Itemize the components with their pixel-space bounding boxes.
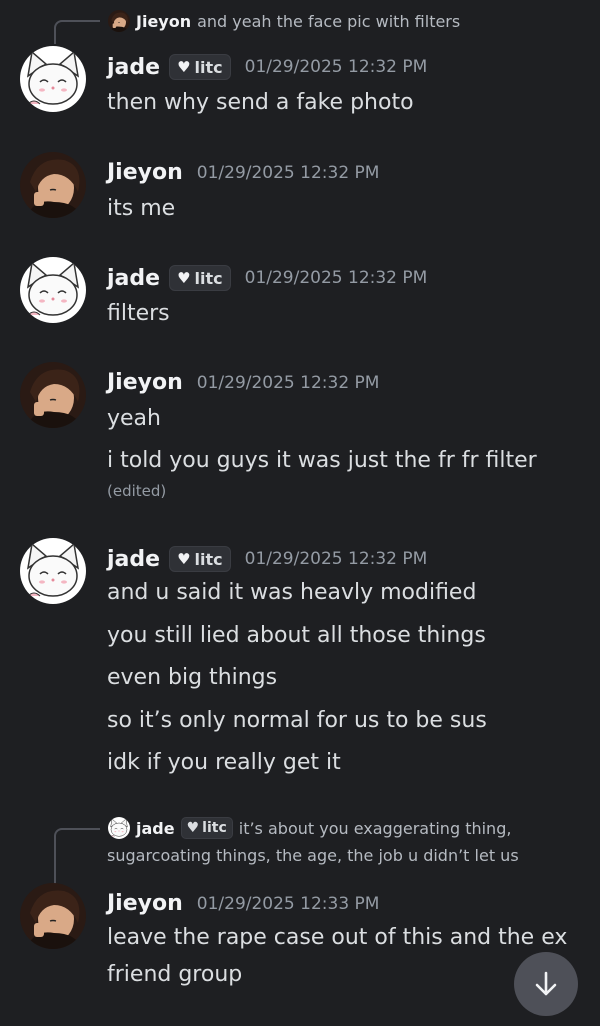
reply-text: it’s about you exaggerating thing, xyxy=(238,818,512,838)
author-name[interactable]: Jieyon xyxy=(107,370,183,395)
heart-icon: ♥ xyxy=(186,820,200,836)
timestamp: 01/29/2025 12:32 PM xyxy=(244,549,428,569)
avatar xyxy=(108,10,130,32)
reply-connector xyxy=(54,20,100,44)
clan-tag[interactable]: ♥ litc xyxy=(169,546,231,572)
avatar[interactable] xyxy=(20,46,86,112)
reply-preview[interactable]: Jieyon and yeah the face pic with filter… xyxy=(108,10,460,32)
message-text: yeah xyxy=(107,406,161,431)
heart-icon: ♥ xyxy=(177,269,191,287)
timestamp: 01/29/2025 12:32 PM xyxy=(196,162,380,183)
avatar[interactable] xyxy=(20,152,86,218)
timestamp: 01/29/2025 12:32 PM xyxy=(244,268,428,288)
reply-text: and yeah the face pic with filters xyxy=(197,11,461,31)
timestamp: 01/29/2025 12:32 PM xyxy=(244,57,428,77)
heart-icon: ♥ xyxy=(177,550,191,568)
author-name[interactable]: jade xyxy=(107,266,160,291)
clan-tag: ♥ litc xyxy=(180,817,233,839)
message-text: so it’s only normal for us to be sus xyxy=(107,708,487,733)
clan-tag[interactable]: ♥ litc xyxy=(169,265,231,291)
reply-preview[interactable]: jade ♥ litc it’s about you exaggerating t… xyxy=(108,817,511,839)
reply-author[interactable]: jade xyxy=(136,819,175,838)
message-text: leave the rape case out of this and the … xyxy=(107,925,568,950)
reply-connector xyxy=(54,828,100,884)
message-text: you still lied about all those things xyxy=(107,623,486,648)
reply-text-continued: sugarcoating things, the age, the job u … xyxy=(107,846,519,865)
message-text: filters xyxy=(107,301,170,326)
author-name[interactable]: jade xyxy=(107,55,160,80)
message-text: i told you guys it was just the fr fr fi… xyxy=(107,448,537,473)
author-name[interactable]: Jieyon xyxy=(107,891,183,916)
avatar[interactable] xyxy=(20,538,86,604)
message-text: idk if you really get it xyxy=(107,750,341,775)
message-text: its me xyxy=(107,196,176,221)
clan-tag[interactable]: ♥ litc xyxy=(169,54,231,80)
message-text: even big things xyxy=(107,665,278,690)
avatar[interactable] xyxy=(20,257,86,323)
message-text: friend group xyxy=(107,962,243,987)
message-text: then why send a fake photo xyxy=(107,90,414,115)
author-name[interactable]: Jieyon xyxy=(107,160,183,185)
reply-author[interactable]: Jieyon xyxy=(136,12,191,31)
arrow-down-icon xyxy=(535,971,557,996)
author-name[interactable]: jade xyxy=(107,547,160,572)
timestamp: 01/29/2025 12:33 PM xyxy=(196,893,380,914)
heart-icon: ♥ xyxy=(177,58,191,76)
edited-label: (edited) xyxy=(107,482,167,500)
avatar[interactable] xyxy=(20,362,86,428)
avatar xyxy=(108,817,130,839)
scroll-to-bottom-button[interactable] xyxy=(514,952,578,1016)
timestamp: 01/29/2025 12:32 PM xyxy=(196,372,380,393)
avatar[interactable] xyxy=(20,883,86,949)
message-text: and u said it was heavly modified xyxy=(107,580,477,605)
